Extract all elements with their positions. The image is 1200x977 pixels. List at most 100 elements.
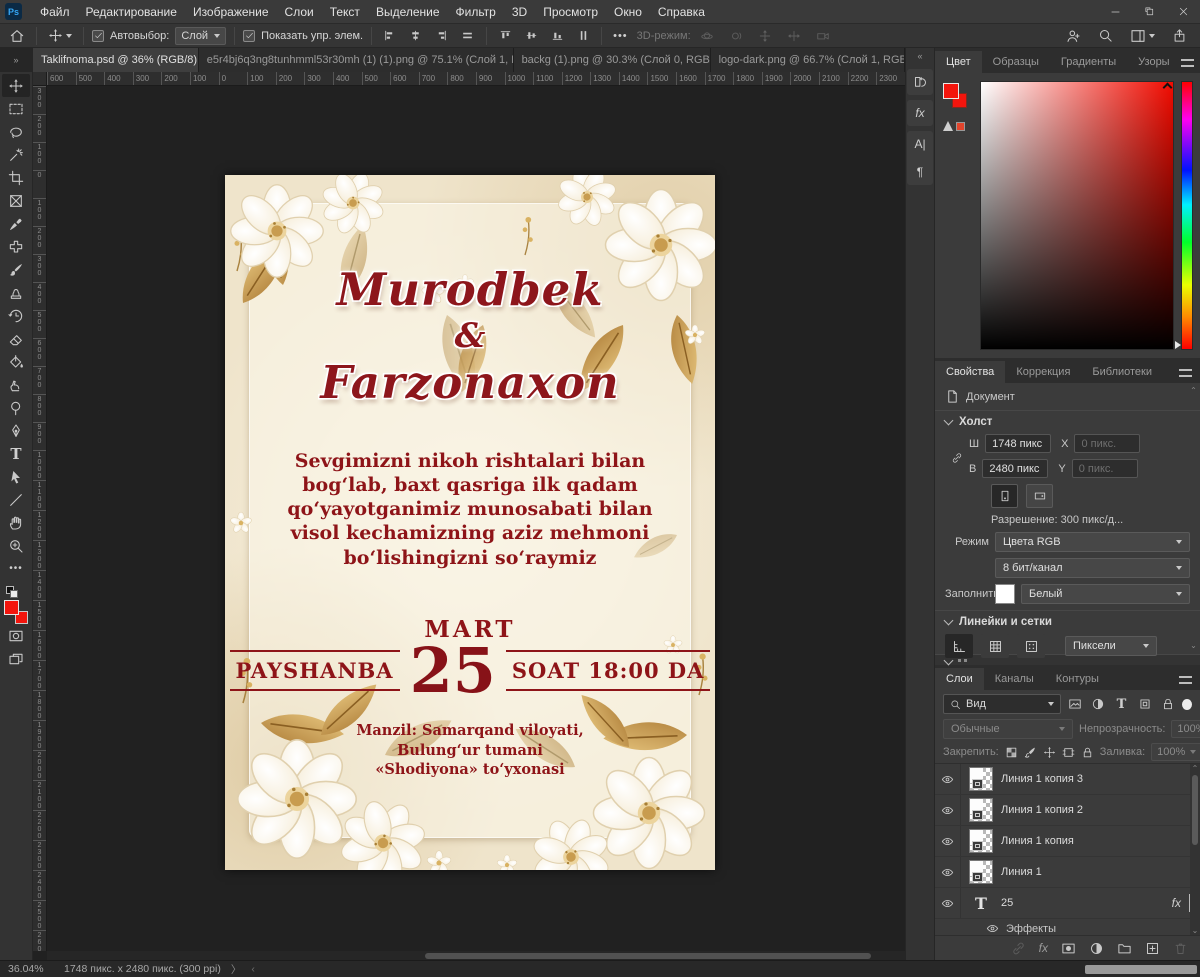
panels-collapse-icon[interactable]: « bbox=[906, 48, 934, 64]
layer-row-3[interactable]: Линия 1 bbox=[935, 857, 1200, 888]
color-mode-dropdown[interactable]: Цвета RGB bbox=[995, 532, 1190, 552]
filter-adjustment-layers-icon[interactable] bbox=[1089, 695, 1107, 713]
layers-tab-контуры[interactable]: Контуры bbox=[1045, 668, 1110, 690]
slide-3d-icon[interactable] bbox=[784, 28, 804, 44]
more-tools-icon[interactable]: ••• bbox=[2, 557, 30, 580]
history-panel-icon[interactable] bbox=[909, 72, 931, 92]
frame-tool-icon[interactable] bbox=[2, 189, 30, 212]
menu-item-редактирование[interactable]: Редактирование bbox=[78, 2, 185, 22]
color-saturation-field[interactable] bbox=[980, 81, 1174, 350]
lock-artboard-icon[interactable] bbox=[1062, 744, 1075, 760]
paint-bucket-tool-icon[interactable] bbox=[2, 350, 30, 373]
width-field[interactable]: 1748 пикс bbox=[985, 434, 1051, 453]
document-tab-2[interactable]: backg (1).png @ 30.3% (Слой 0, RGB/...× bbox=[514, 48, 711, 72]
fill-amount-field[interactable]: 100% bbox=[1151, 743, 1200, 761]
grid-toggle-icon[interactable] bbox=[981, 634, 1009, 658]
brush-tool-icon[interactable] bbox=[2, 258, 30, 281]
document-tab-3[interactable]: logo-dark.png @ 66.7% (Слой 1, RGB...× bbox=[711, 48, 905, 72]
roll-3d-icon[interactable] bbox=[726, 28, 746, 44]
status-chevron-icon[interactable]: 〉 bbox=[231, 962, 242, 977]
landscape-orientation-button[interactable] bbox=[1026, 484, 1053, 508]
filter-image-layers-icon[interactable] bbox=[1066, 695, 1084, 713]
layer-filter-dropdown[interactable]: Вид bbox=[943, 694, 1061, 714]
hue-slider[interactable] bbox=[1181, 81, 1193, 350]
lock-all-icon[interactable] bbox=[1081, 744, 1094, 760]
layer-row-4[interactable]: T25fx bbox=[935, 888, 1200, 919]
properties-panel-menu-icon[interactable] bbox=[1179, 369, 1200, 383]
align-left-edges-icon[interactable] bbox=[380, 28, 399, 43]
new-layer-icon[interactable] bbox=[1145, 941, 1160, 956]
align-bottom-edges-icon[interactable] bbox=[548, 28, 567, 43]
canvas-viewport[interactable]: Murodbek & Farzonaxon Sevgimizni nikoh r… bbox=[47, 86, 905, 951]
properties-scrollbar[interactable]: ⌃⌄ bbox=[1188, 386, 1199, 650]
lasso-tool-icon[interactable] bbox=[2, 120, 30, 143]
share-icon[interactable] bbox=[1169, 27, 1190, 44]
eyedropper-tool-icon[interactable] bbox=[2, 212, 30, 235]
bit-depth-dropdown[interactable]: 8 бит/канал bbox=[995, 558, 1190, 578]
autoselect-dropdown[interactable]: Слой bbox=[175, 27, 226, 45]
crop-tool-icon[interactable] bbox=[2, 166, 30, 189]
lock-transparency-icon[interactable] bbox=[1005, 744, 1018, 760]
layers-scrollbar[interactable]: ⌃⌄ bbox=[1190, 764, 1200, 935]
menu-item-изображение[interactable]: Изображение bbox=[185, 2, 277, 22]
hand-tool-icon[interactable] bbox=[2, 511, 30, 534]
account-icon[interactable] bbox=[1062, 27, 1084, 45]
eraser-tool-icon[interactable] bbox=[2, 327, 30, 350]
color-tab-цвет[interactable]: Цвет bbox=[935, 51, 982, 73]
canvas-horizontal-scrollbar[interactable] bbox=[47, 951, 905, 960]
layer-row-0[interactable]: Линия 1 копия 3 bbox=[935, 764, 1200, 795]
filter-type-layers-icon[interactable]: T bbox=[1112, 695, 1130, 713]
character-panel-icon[interactable]: A| bbox=[909, 134, 931, 154]
properties-tab-свойства[interactable]: Свойства bbox=[935, 361, 1005, 383]
color-picker-marker[interactable] bbox=[1163, 83, 1173, 93]
blend-mode-dropdown[interactable]: Обычные bbox=[943, 719, 1073, 739]
new-group-icon[interactable] bbox=[1117, 941, 1132, 956]
healing-brush-tool-icon[interactable] bbox=[2, 235, 30, 258]
lock-pixels-icon[interactable] bbox=[1024, 744, 1037, 760]
align-top-edges-icon[interactable] bbox=[496, 28, 515, 43]
menu-item-просмотр[interactable]: Просмотр bbox=[535, 2, 606, 22]
eye-icon[interactable] bbox=[941, 804, 954, 817]
guides-toggle-icon[interactable] bbox=[1017, 634, 1045, 658]
distribute-v-icon[interactable] bbox=[574, 28, 593, 43]
effects-row[interactable]: Эффекты bbox=[935, 919, 1200, 935]
filter-toggle[interactable] bbox=[1182, 699, 1192, 710]
smudge-tool-icon[interactable] bbox=[2, 373, 30, 396]
move-tool-option-icon[interactable] bbox=[45, 27, 75, 44]
rulers-grids-section-header[interactable]: Линейки и сетки bbox=[935, 610, 1200, 631]
lock-position-icon[interactable] bbox=[1043, 744, 1056, 760]
autoselect-checkbox[interactable] bbox=[92, 30, 104, 42]
layers-panel-menu-icon[interactable] bbox=[1179, 676, 1200, 690]
distribute-h-icon[interactable] bbox=[458, 28, 477, 43]
layer-style-icon[interactable]: fx bbox=[1039, 941, 1048, 955]
menu-item-слои[interactable]: Слои bbox=[277, 2, 322, 22]
layer-row-2[interactable]: Линия 1 копия bbox=[935, 826, 1200, 857]
menu-item-фильтр[interactable]: Фильтр bbox=[448, 2, 504, 22]
zoom-level[interactable]: 36.04% bbox=[8, 963, 54, 975]
opacity-field[interactable]: 100% bbox=[1171, 720, 1200, 738]
workspace-layout-icon[interactable] bbox=[1127, 27, 1158, 45]
eye-icon[interactable] bbox=[941, 897, 954, 910]
toolbar-collapse-icon[interactable]: » bbox=[0, 48, 32, 72]
adjustment-layer-icon[interactable] bbox=[1089, 941, 1104, 956]
more-options-button[interactable]: ••• bbox=[610, 29, 631, 43]
filter-smart-objects-icon[interactable] bbox=[1159, 695, 1177, 713]
home-button[interactable] bbox=[6, 27, 28, 45]
layer-thumbnail[interactable] bbox=[969, 829, 993, 853]
properties-tab-библиотеки[interactable]: Библиотеки bbox=[1081, 361, 1163, 383]
magic-wand-tool-icon[interactable] bbox=[2, 143, 30, 166]
line-tool-icon[interactable] bbox=[2, 488, 30, 511]
gamut-warning-icon[interactable] bbox=[943, 121, 965, 131]
color-tab-градиенты[interactable]: Градиенты bbox=[1050, 51, 1127, 73]
menu-item-файл[interactable]: Файл bbox=[32, 2, 78, 22]
color-swatches[interactable] bbox=[943, 81, 973, 350]
fill-dropdown[interactable]: Белый bbox=[1021, 584, 1190, 604]
menu-item-выделение[interactable]: Выделение bbox=[368, 2, 448, 22]
layer-thumbnail[interactable] bbox=[969, 767, 993, 791]
foreground-color-swatch[interactable] bbox=[4, 600, 19, 615]
restore-button[interactable] bbox=[1132, 0, 1166, 23]
layer-thumbnail[interactable] bbox=[969, 860, 993, 884]
camera-3d-icon[interactable] bbox=[813, 28, 833, 44]
properties-tab-коррекция[interactable]: Коррекция bbox=[1005, 361, 1081, 383]
marquee-tool-icon[interactable] bbox=[2, 97, 30, 120]
